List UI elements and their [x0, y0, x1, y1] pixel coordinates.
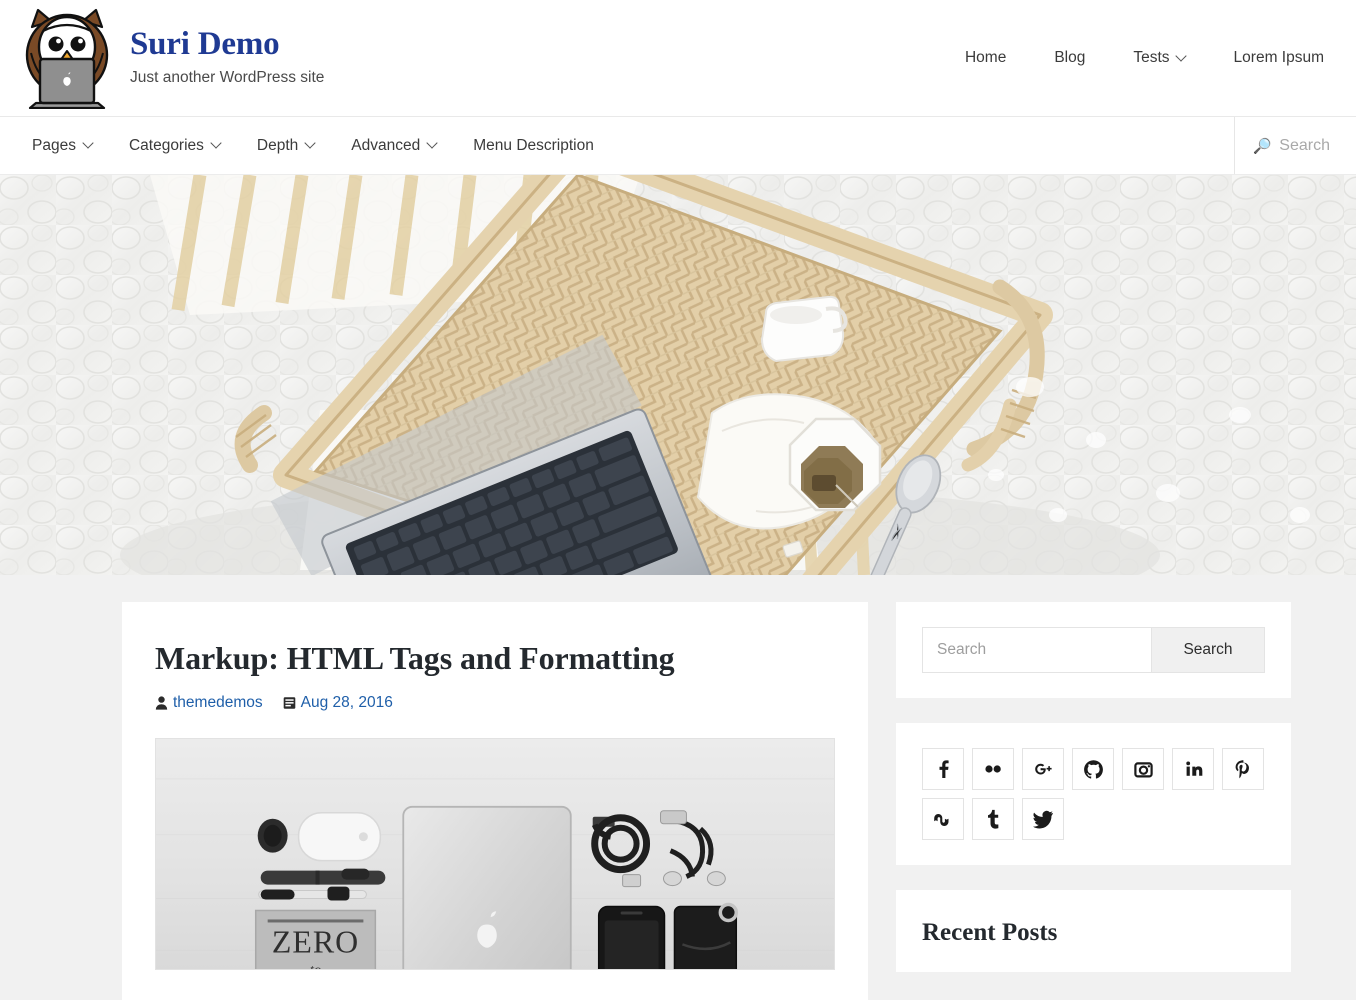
main-content: Markup: HTML Tags and Formatting themede…	[122, 602, 868, 1000]
pinterest-icon[interactable]	[1222, 748, 1264, 790]
nav-item-pages[interactable]: Pages	[14, 129, 111, 163]
nav-item-label: Categories	[129, 137, 204, 155]
nav-item-menu-description[interactable]: Menu Description	[455, 129, 612, 163]
nav-item-label: Depth	[257, 137, 298, 155]
flickr-icon[interactable]	[972, 748, 1014, 790]
hero-image	[0, 175, 1356, 575]
post-author-name: themedemos	[173, 694, 263, 712]
chevron-down-icon	[212, 139, 221, 148]
nav-item-advanced[interactable]: Advanced	[333, 129, 455, 163]
chevron-down-icon	[1177, 52, 1186, 61]
nav-item-label: Menu Description	[473, 137, 594, 155]
user-icon	[155, 696, 168, 710]
stumbleupon-icon[interactable]	[922, 798, 964, 840]
secondary-navigation-bar: Pages Categories Depth Advanced Menu Des…	[0, 117, 1356, 175]
nav-item-label: Lorem Ipsum	[1234, 49, 1324, 67]
svg-text:to: to	[310, 962, 322, 969]
calendar-icon	[283, 696, 296, 710]
linkedin-icon[interactable]	[1172, 748, 1214, 790]
post-title[interactable]: Markup: HTML Tags and Formatting	[155, 638, 835, 678]
post-featured-image[interactable]: ZERO to ONE	[155, 738, 835, 970]
nav-item-home[interactable]: Home	[941, 41, 1030, 75]
twitter-icon[interactable]	[1022, 798, 1064, 840]
page-content-wrapper: Markup: HTML Tags and Formatting themede…	[0, 575, 1356, 1000]
nav-item-label: Home	[965, 49, 1006, 67]
secondary-navigation: Pages Categories Depth Advanced Menu Des…	[0, 117, 1234, 174]
nav-item-label: Blog	[1054, 49, 1085, 67]
widget-social-links	[896, 723, 1291, 865]
chevron-down-icon	[84, 139, 93, 148]
widget-search: Search	[896, 602, 1291, 698]
nav-item-label: Tests	[1133, 49, 1169, 67]
instagram-icon[interactable]	[1122, 748, 1164, 790]
social-icon-grid	[922, 748, 1265, 840]
site-tagline: Just another WordPress site	[130, 69, 324, 88]
github-icon[interactable]	[1072, 748, 1114, 790]
header-search-placeholder: Search	[1279, 137, 1330, 155]
nav-item-tests[interactable]: Tests	[1109, 41, 1209, 75]
search-icon: 🔍	[1253, 137, 1272, 155]
site-title[interactable]: Suri Demo	[130, 26, 324, 62]
post-meta: themedemos Aug 28, 2016	[155, 694, 835, 712]
nav-item-label: Pages	[32, 137, 76, 155]
search-submit-button[interactable]: Search	[1151, 627, 1265, 673]
sidebar: Search	[896, 602, 1291, 972]
header-search-toggle[interactable]: 🔍 Search	[1234, 117, 1356, 174]
chevron-down-icon	[428, 139, 437, 148]
nav-item-categories[interactable]: Categories	[111, 129, 239, 163]
site-title-block: Suri Demo Just another WordPress site	[130, 26, 324, 90]
widget-recent-posts: Recent Posts	[896, 890, 1291, 972]
search-input[interactable]	[922, 627, 1151, 673]
widget-title-recent-posts: Recent Posts	[922, 918, 1265, 948]
site-header: Suri Demo Just another WordPress site Ho…	[0, 0, 1356, 117]
facebook-icon[interactable]	[922, 748, 964, 790]
svg-text:ZERO: ZERO	[272, 924, 359, 959]
tumblr-icon[interactable]	[972, 798, 1014, 840]
nav-item-label: Advanced	[351, 137, 420, 155]
nav-item-blog[interactable]: Blog	[1030, 41, 1109, 75]
post-author[interactable]: themedemos	[155, 694, 263, 712]
sidebar-search-form: Search	[922, 627, 1265, 673]
nav-item-depth[interactable]: Depth	[239, 129, 333, 163]
chevron-down-icon	[306, 139, 315, 148]
primary-navigation: Home Blog Tests Lorem Ipsum	[941, 41, 1324, 75]
google-plus-icon[interactable]	[1022, 748, 1064, 790]
nav-item-lorem-ipsum[interactable]: Lorem Ipsum	[1210, 41, 1324, 75]
post-date-text: Aug 28, 2016	[301, 694, 393, 712]
post-date[interactable]: Aug 28, 2016	[283, 694, 393, 712]
site-branding[interactable]: Suri Demo Just another WordPress site	[18, 7, 324, 109]
owl-with-laptop-logo[interactable]	[18, 7, 116, 109]
